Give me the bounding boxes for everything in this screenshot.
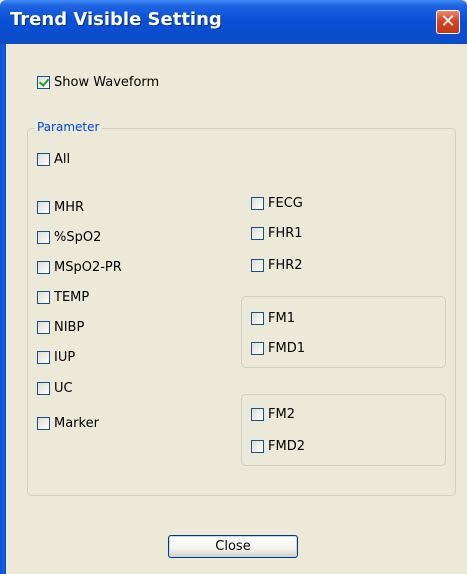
checkbox-nibp-label: NIBP — [54, 319, 85, 335]
checkbox-temp-label: TEMP — [54, 289, 90, 305]
checkbox-uc-label: UC — [54, 380, 73, 396]
checkbox-fm2[interactable]: FM2 — [251, 404, 295, 424]
checkbox-spo2-label: %SpO2 — [54, 229, 102, 245]
checkbox-temp[interactable]: TEMP — [37, 287, 89, 307]
parameter-group-legend: Parameter — [34, 120, 103, 134]
checkbox-icon[interactable] — [251, 226, 264, 240]
checkbox-icon[interactable] — [37, 260, 50, 274]
checkbox-fm1-label: FM1 — [268, 310, 295, 326]
checkbox-icon[interactable] — [251, 341, 264, 355]
checkbox-spo2[interactable]: %SpO2 — [37, 227, 101, 247]
checkbox-fhr1[interactable]: FHR1 — [251, 223, 303, 243]
checkbox-all[interactable]: All — [37, 149, 70, 169]
window-left-border — [0, 44, 6, 574]
checkbox-iup-label: IUP — [54, 349, 76, 365]
checkbox-icon[interactable] — [37, 152, 50, 166]
checkbox-marker[interactable]: Marker — [37, 413, 99, 433]
checkbox-fhr1-label: FHR1 — [268, 225, 303, 241]
checkbox-icon[interactable] — [251, 439, 264, 453]
close-icon[interactable]: ✕ — [436, 10, 460, 34]
window-title: Trend Visible Setting — [10, 9, 222, 30]
checkbox-nibp[interactable]: NIBP — [37, 317, 84, 337]
checkbox-mhr[interactable]: MHR — [37, 197, 84, 217]
checkbox-fecg[interactable]: FECG — [251, 193, 303, 213]
checkbox-icon[interactable] — [251, 407, 264, 421]
checkbox-fmd2-label: FMD2 — [268, 438, 305, 454]
checkbox-icon[interactable] — [37, 320, 50, 334]
checkbox-fhr2-label: FHR2 — [268, 257, 303, 273]
checkbox-fm1[interactable]: FM1 — [251, 308, 295, 328]
checkbox-icon[interactable] — [251, 258, 264, 272]
checkbox-icon[interactable] — [37, 290, 50, 304]
checkbox-iup[interactable]: IUP — [37, 347, 75, 367]
close-button[interactable]: Close — [168, 535, 298, 558]
checkbox-icon[interactable] — [37, 200, 50, 214]
show-waveform-checkbox[interactable]: Show Waveform — [37, 72, 159, 92]
checkbox-fecg-label: FECG — [268, 195, 303, 211]
checkbox-marker-label: Marker — [54, 415, 99, 431]
checkbox-fmd1[interactable]: FMD1 — [251, 338, 305, 358]
checkbox-icon[interactable] — [37, 350, 50, 364]
checkbox-fhr2[interactable]: FHR2 — [251, 255, 303, 275]
checkbox-mspo2-pr[interactable]: MSpO2-PR — [37, 257, 122, 277]
checkbox-fmd1-label: FMD1 — [268, 340, 305, 356]
checkbox-icon[interactable] — [251, 196, 264, 210]
show-waveform-label: Show Waveform — [54, 74, 160, 90]
checkbox-mspo2-pr-label: MSpO2-PR — [54, 259, 122, 275]
checkbox-checked-icon[interactable] — [37, 75, 50, 89]
checkbox-uc[interactable]: UC — [37, 378, 73, 398]
checkbox-fmd2[interactable]: FMD2 — [251, 436, 305, 456]
dialog-window: Trend Visible Setting ✕ Show Waveform Pa… — [0, 0, 467, 574]
checkbox-fm2-label: FM2 — [268, 406, 295, 422]
checkbox-icon[interactable] — [37, 230, 50, 244]
checkbox-all-label: All — [54, 151, 71, 167]
checkbox-icon[interactable] — [251, 311, 264, 325]
checkbox-mhr-label: MHR — [54, 199, 85, 215]
checkbox-icon[interactable] — [37, 381, 50, 395]
title-bar[interactable]: Trend Visible Setting ✕ — [0, 0, 467, 44]
checkbox-icon[interactable] — [37, 416, 50, 430]
